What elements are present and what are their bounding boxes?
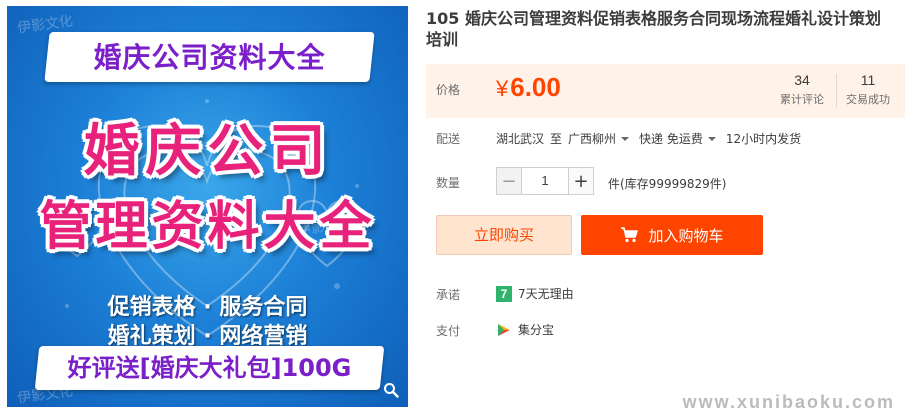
price-amount: 6.00 xyxy=(510,72,561,102)
sales-count: 11 xyxy=(860,72,876,88)
image-title-line-2: 管理资料大全 xyxy=(39,197,376,257)
product-title: 105 婚庆公司管理资料促销表格服务合同现场流程婚礼设计策划培训 xyxy=(426,9,881,49)
add-to-cart-button[interactable]: 加入购物车 xyxy=(581,215,763,255)
shipping-method-value: 快递 免运费 xyxy=(639,132,703,146)
promise-label: 承诺 xyxy=(436,288,461,302)
site-watermark: www.xunibaoku.com xyxy=(682,392,895,412)
product-main-image[interactable]: 伊影文化 伊影文化 伊影文化 婚庆公司资料大全 婚庆公司 管理资料大全 促销表格… xyxy=(7,6,408,407)
cart-icon xyxy=(620,227,639,243)
quantity-label: 数量 xyxy=(436,176,461,190)
top-banner-text: 婚庆公司资料大全 xyxy=(93,41,326,74)
seven-day-return-icon: 7 xyxy=(496,285,512,302)
image-title-line-1: 婚庆公司 xyxy=(83,119,332,184)
jifenbao-icon xyxy=(496,322,512,338)
shipping-info: 湖北武汉 至 广西柳州 快递 免运费 12小时内发货 xyxy=(496,130,801,147)
destination-value: 广西柳州 xyxy=(568,132,617,146)
price-panel: 价格 ¥6.00 34 累计评论 11 交易成功 xyxy=(426,64,905,118)
buy-now-button[interactable]: 立即购买 xyxy=(436,215,572,255)
quantity-input[interactable]: 1 xyxy=(522,167,568,195)
chevron-down-icon xyxy=(707,136,716,141)
bottom-banner-text: 好评送[婚庆大礼包]100G xyxy=(67,354,352,382)
zoom-button[interactable] xyxy=(380,379,402,401)
chevron-down-icon xyxy=(621,136,630,141)
quantity-increase-button[interactable]: + xyxy=(568,167,594,195)
quantity-stepper: − 1 + xyxy=(496,167,594,195)
payment-label: 支付 xyxy=(436,324,461,338)
promise-item[interactable]: 7 7天无理由 xyxy=(496,285,574,302)
sales-stat: 11 交易成功 xyxy=(838,72,898,107)
shipping-origin: 湖北武汉 xyxy=(496,132,545,146)
stats-divider xyxy=(836,74,837,108)
price-label: 价格 xyxy=(436,83,461,97)
shipping-method-select[interactable]: 快递 免运费 xyxy=(639,130,716,147)
shipping-to: 至 xyxy=(550,132,563,146)
feature-line-1: 促销表格 · 服务合同 xyxy=(107,295,308,320)
promise-text: 7天无理由 xyxy=(518,287,574,301)
reviews-count: 34 xyxy=(794,72,810,88)
stock-info: 件(库存99999829件) xyxy=(608,177,727,191)
reviews-label: 累计评论 xyxy=(780,93,824,106)
sales-label: 交易成功 xyxy=(846,93,890,106)
payment-text: 集分宝 xyxy=(518,323,555,337)
shipping-label: 配送 xyxy=(436,132,461,146)
destination-select[interactable]: 广西柳州 xyxy=(568,130,630,147)
currency-symbol: ¥ xyxy=(496,76,509,101)
quantity-decrease-button[interactable]: − xyxy=(496,167,522,195)
dispatch-time: 12小时内发货 xyxy=(725,132,802,146)
reviews-stat[interactable]: 34 累计评论 xyxy=(772,72,832,107)
add-to-cart-label: 加入购物车 xyxy=(648,226,724,245)
price-value: ¥6.00 xyxy=(496,72,561,103)
payment-item[interactable]: 集分宝 xyxy=(496,321,554,338)
search-icon xyxy=(384,383,399,398)
